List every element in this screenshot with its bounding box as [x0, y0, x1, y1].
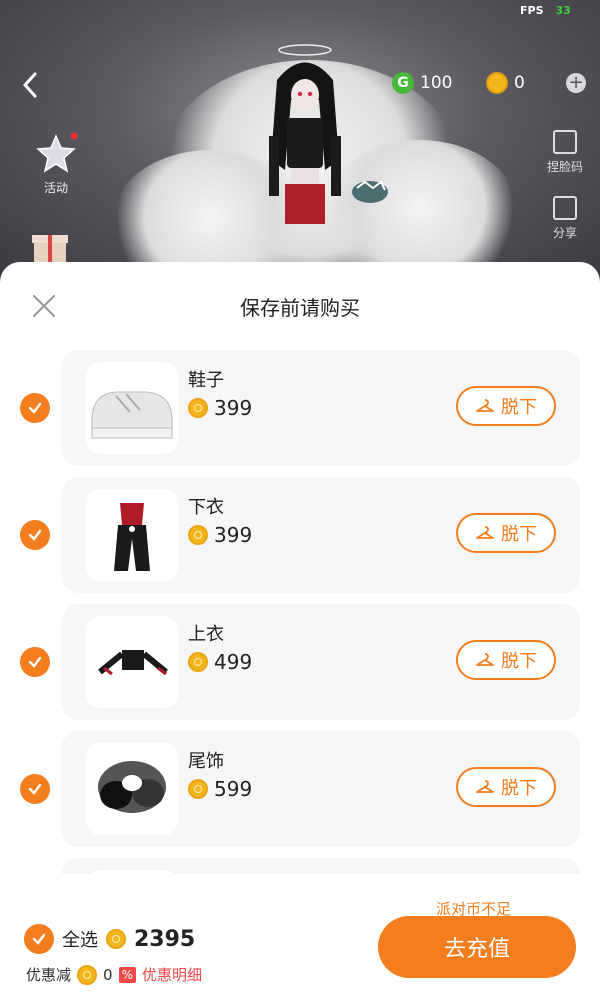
coin-icon: [188, 398, 208, 418]
take-off-label: 脱下: [501, 651, 537, 672]
game-scene: [0, 0, 600, 280]
pet-fish-icon: [352, 180, 388, 203]
edit-icon: [553, 130, 577, 154]
hanger-icon: [476, 399, 494, 412]
item-price-value: 499: [214, 650, 253, 674]
share-label: 分享: [552, 226, 577, 240]
total-price: 2395: [134, 926, 196, 952]
tail-image: [98, 761, 166, 813]
green-currency-value: 100: [420, 73, 453, 93]
item-card: 尾饰 599 脱下: [62, 731, 580, 847]
take-off-label: 脱下: [501, 524, 537, 545]
item-name: 上衣: [188, 624, 224, 645]
check-icon: [28, 783, 42, 795]
gift-icon[interactable]: [30, 225, 70, 265]
green-currency: G 100: [392, 72, 452, 94]
coin-icon: [77, 964, 98, 985]
select-all-label: 全选: [62, 930, 98, 951]
item-checkbox[interactable]: [20, 774, 50, 804]
item-price-value: 399: [214, 523, 253, 547]
recharge-button[interactable]: 去充值: [378, 916, 576, 978]
share-icon: [553, 196, 577, 220]
activity-label: 活动: [43, 181, 68, 195]
activity-button[interactable]: 活动: [28, 132, 84, 196]
green-coin-icon: G: [392, 72, 414, 94]
item-thumbnail: [86, 489, 178, 581]
list-item: 下衣 399 脱下: [0, 477, 600, 593]
item-price-value: 399: [214, 396, 253, 420]
hanger-icon: [476, 653, 494, 666]
shoes-image: [91, 391, 173, 439]
list-item: 尾饰 599 脱下: [0, 731, 600, 847]
coin-icon: [188, 652, 208, 672]
item-thumbnail: [86, 743, 178, 835]
discount-row: 优惠减 0 % 优惠明细: [26, 964, 202, 985]
discount-detail-link[interactable]: 优惠明细: [142, 964, 202, 985]
item-name: 下衣: [188, 497, 224, 518]
item-card: 上衣 499 脱下: [62, 604, 580, 720]
item-thumbnail: [86, 362, 178, 454]
item-checkbox[interactable]: [20, 520, 50, 550]
star-badge-icon: [36, 132, 78, 173]
coin-icon: [188, 779, 208, 799]
gold-currency: 0: [486, 72, 525, 94]
take-off-label: 脱下: [501, 778, 537, 799]
share-button[interactable]: 分享: [540, 196, 590, 241]
back-button[interactable]: [18, 68, 48, 102]
fps-label: FPS: [520, 4, 544, 17]
item-price: 399: [188, 523, 252, 547]
take-off-button[interactable]: 脱下: [456, 386, 556, 426]
face-code-button[interactable]: 捏脸码: [540, 130, 590, 175]
item-name: 鞋子: [188, 370, 224, 391]
item-price: 599: [188, 777, 252, 801]
check-icon: [28, 402, 42, 414]
coin-icon: [188, 525, 208, 545]
take-off-label: 脱下: [501, 397, 537, 418]
take-off-button[interactable]: 脱下: [456, 640, 556, 680]
item-name: 尾饰: [188, 751, 224, 772]
take-off-button[interactable]: 脱下: [456, 513, 556, 553]
discount-label: 优惠减: [26, 966, 72, 984]
purchase-sheet: 保存前请购买 鞋子 399 脱下 下衣 399 脱下 上衣 499 脱下 尾饰 …: [0, 262, 600, 1000]
item-price-value: 599: [214, 777, 253, 801]
item-checkbox[interactable]: [20, 647, 50, 677]
add-currency-button[interactable]: +: [566, 73, 586, 93]
chevron-left-icon: [22, 72, 37, 98]
hanger-icon: [476, 780, 494, 793]
gold-currency-value: 0: [514, 73, 525, 93]
item-card: 鞋子 399 脱下: [62, 350, 580, 466]
item-price: 499: [188, 650, 252, 674]
coin-icon: [106, 929, 126, 949]
list-item: 上衣 499 脱下: [0, 604, 600, 720]
select-all[interactable]: 全选 2395: [24, 924, 195, 954]
item-price: 399: [188, 396, 252, 420]
avatar-character: [269, 44, 341, 224]
fps-value: 33: [555, 4, 571, 17]
plus-icon: +: [568, 72, 584, 93]
top-image: [98, 650, 168, 676]
check-icon: [32, 933, 46, 945]
sheet-title: 保存前请购买: [240, 296, 360, 320]
item-card: 下衣 399 脱下: [62, 477, 580, 593]
item-thumbnail: [86, 616, 178, 708]
select-all-checkbox[interactable]: [24, 924, 54, 954]
face-code-label: 捏脸码: [546, 160, 583, 174]
percent-badge: %: [118, 966, 136, 983]
take-off-button[interactable]: 脱下: [456, 767, 556, 807]
hanger-icon: [476, 526, 494, 539]
gold-coin-icon: [486, 72, 508, 94]
checkout-footer: 派对币不足 全选 2395 优惠减 0 % 优惠明细 去充值: [0, 874, 600, 1000]
check-icon: [28, 656, 42, 668]
check-icon: [28, 529, 42, 541]
list-item: 鞋子 399 脱下: [0, 350, 600, 466]
bottoms-image: [114, 503, 150, 571]
item-checkbox[interactable]: [20, 393, 50, 423]
fps-counter: FPS 33: [520, 4, 571, 17]
discount-value: 0: [103, 965, 113, 984]
